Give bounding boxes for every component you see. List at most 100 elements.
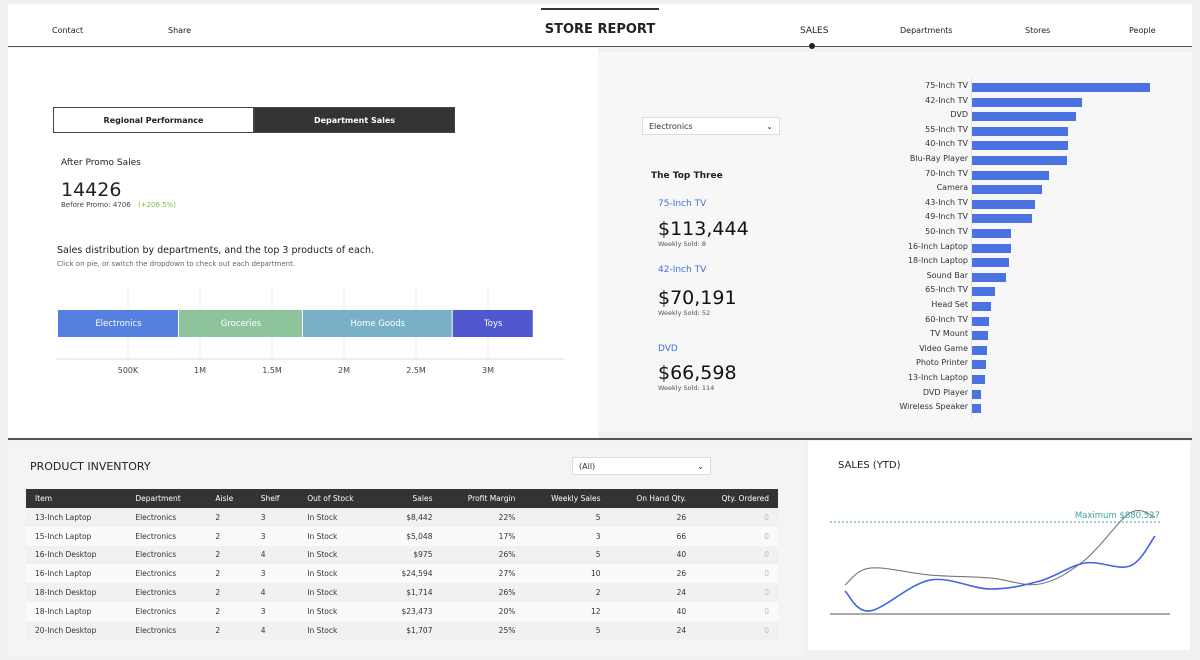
product-bar[interactable] — [972, 243, 1011, 253]
table-cell: $8,442 — [379, 508, 442, 527]
tab-stores[interactable]: Stores — [1025, 26, 1050, 35]
table-cell: 12 — [524, 601, 610, 621]
product-bar[interactable] — [972, 214, 1032, 224]
product-bar[interactable] — [972, 404, 981, 414]
bar-label: 42-Inch TV — [925, 95, 968, 105]
bar-label: DVD — [950, 110, 968, 120]
product-bar[interactable] — [972, 112, 1077, 122]
product-bar[interactable] — [972, 199, 1035, 209]
table-row[interactable]: 13-Inch Laptop Electronics 2 3 In Stock $8,44… — [26, 508, 778, 527]
table-cell: 3 — [251, 564, 299, 584]
top-item-name[interactable]: DVD — [658, 344, 678, 354]
bar-label: Head Set — [931, 300, 968, 309]
x-tick-label: 500K — [118, 366, 139, 375]
table-cell: 18-Inch Laptop — [26, 601, 127, 621]
table-cell: 0 — [695, 545, 778, 565]
bar-label: TV Mount — [930, 329, 968, 339]
inventory-filter-dropdown[interactable]: (All) ⌄ — [572, 457, 711, 475]
bar-label: 40-Inch TV — [925, 139, 968, 149]
column-header[interactable]: Sales — [379, 489, 442, 508]
product-bar[interactable] — [972, 287, 995, 297]
table-row[interactable]: 16-Inch Laptop Electronics 2 3 In Stock $24,5… — [26, 564, 778, 584]
table-cell: $23,473 — [379, 601, 442, 621]
product-bar[interactable] — [972, 185, 1042, 195]
product-bar[interactable] — [972, 229, 1011, 238]
table-row[interactable]: 18-Inch Laptop Electronics 2 3 In Stock $23,4… — [26, 601, 778, 621]
product-bar[interactable] — [972, 360, 986, 370]
column-header[interactable]: On Hand Qty. — [609, 489, 696, 508]
column-header[interactable]: Qty. Ordered — [695, 489, 778, 508]
segment-label: Home Goods — [351, 319, 406, 329]
toggle-department-sales[interactable]: Department Sales — [254, 107, 455, 133]
inventory-title: PRODUCT INVENTORY — [30, 460, 151, 473]
product-bar[interactable] — [972, 331, 988, 341]
tab-people[interactable]: People — [1129, 26, 1156, 35]
tab-departments[interactable]: Departments — [900, 26, 953, 35]
contact-link[interactable]: Contact — [52, 26, 83, 35]
product-bar[interactable] — [972, 97, 1083, 107]
toggle-regional-performance[interactable]: Regional Performance — [53, 107, 254, 133]
product-bar[interactable] — [972, 156, 1067, 165]
tab-sales[interactable]: SALES — [800, 26, 828, 36]
table-row[interactable]: 20-Inch Desktop Electronics 2 4 In Stock $1,7… — [26, 620, 778, 640]
share-link[interactable]: Share — [168, 26, 191, 35]
sales-ytd-line-chart: Maximum $880,527 — [830, 509, 1170, 615]
table-cell: 3 — [251, 601, 299, 621]
table-cell: 16-Inch Laptop — [26, 564, 127, 584]
product-bar[interactable] — [972, 170, 1049, 180]
table-cell: Electronics — [126, 601, 207, 621]
product-bar[interactable] — [972, 141, 1068, 151]
table-cell: 4 — [251, 583, 299, 602]
bar-label: 18-Inch Laptop — [907, 256, 968, 266]
segment-label: Groceries — [221, 319, 262, 329]
x-tick-label: 1M — [194, 366, 206, 375]
top-item-value: $70,191 — [658, 287, 737, 309]
product-bar[interactable] — [972, 316, 989, 326]
table-cell: 24 — [609, 583, 696, 602]
column-header[interactable]: Item — [26, 489, 127, 508]
y-axis — [971, 78, 972, 418]
top-item-name[interactable]: 42-Inch TV — [658, 265, 706, 275]
top-item-sub: Weekly Sold: 114 — [658, 384, 715, 392]
table-cell: $1,714 — [379, 583, 442, 602]
top-item-value: $113,444 — [658, 218, 749, 240]
table-row[interactable]: 18-Inch Desktop Electronics 2 4 In Stock $1,7… — [26, 583, 778, 602]
bar-label: Sound Bar — [926, 270, 968, 280]
table-cell: 27% — [441, 564, 525, 584]
product-bar[interactable] — [972, 345, 988, 355]
table-cell: 17% — [441, 526, 525, 546]
department-dropdown-value: Electronics — [649, 121, 693, 131]
product-bar[interactable] — [972, 272, 1006, 282]
column-header[interactable]: Profit Margin — [441, 489, 525, 508]
product-bar[interactable] — [972, 389, 981, 399]
table-cell: 4 — [251, 620, 299, 640]
department-dropdown[interactable]: Electronics ⌄ — [642, 117, 780, 135]
product-bar[interactable] — [972, 258, 1009, 268]
bar-label: 70-Inch TV — [925, 168, 968, 178]
top-item-name[interactable]: 75-Inch TV — [658, 199, 706, 209]
table-cell: In Stock — [298, 545, 380, 565]
table-cell: 10 — [524, 564, 610, 584]
product-bar[interactable] — [972, 302, 991, 311]
table-cell: In Stock — [298, 620, 380, 640]
table-cell: Electronics — [126, 526, 207, 546]
table-cell: 2 — [206, 601, 252, 621]
column-header[interactable]: Department — [126, 489, 207, 508]
inventory-filter-value: (All) — [579, 461, 596, 471]
table-cell: $975 — [379, 545, 442, 565]
table-cell: 0 — [695, 526, 778, 546]
sales-series-line[interactable] — [844, 535, 1156, 612]
table-cell: 5 — [524, 620, 610, 640]
column-header[interactable]: Weekly Sales — [524, 489, 610, 508]
product-bar[interactable] — [972, 375, 986, 384]
column-header[interactable]: Out of Stock — [298, 489, 380, 508]
product-bar[interactable] — [972, 83, 1150, 92]
table-row[interactable]: 16-Inch Desktop Electronics 2 4 In Stock $975… — [26, 545, 778, 565]
table-row[interactable]: 15-Inch Laptop Electronics 2 3 In Stock $5,04… — [26, 526, 778, 546]
x-tick-label: 3M — [482, 366, 494, 375]
column-header[interactable]: Aisle — [206, 489, 252, 508]
column-header[interactable]: Shelf — [251, 489, 299, 508]
chevron-down-icon: ⌄ — [766, 121, 773, 131]
table-cell: In Stock — [298, 583, 380, 602]
product-bar[interactable] — [972, 126, 1068, 136]
